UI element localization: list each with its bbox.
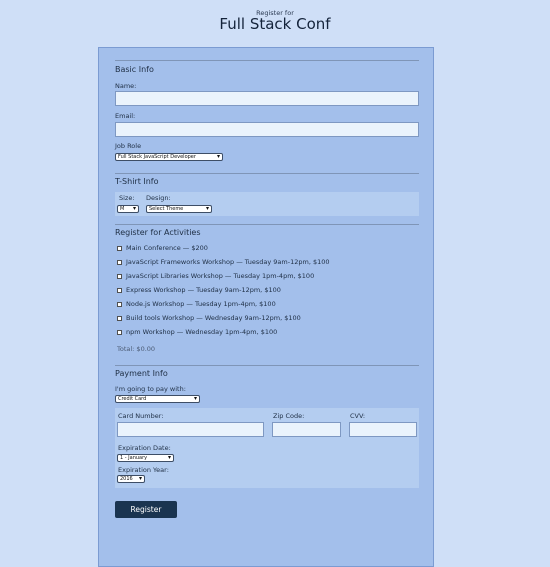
checkbox[interactable] <box>117 330 122 335</box>
zip-code-label: Zip Code: <box>273 412 305 420</box>
activities-total: Total: $0.00 <box>117 345 156 353</box>
size-select[interactable]: M ▾ <box>117 205 139 213</box>
name-input[interactable] <box>115 91 419 106</box>
chevron-down-icon: ▾ <box>138 475 142 482</box>
payment-method-label: I'm going to pay with: <box>115 385 186 393</box>
activity-item[interactable]: Main Conference — $200 <box>117 244 208 252</box>
checkbox[interactable] <box>117 260 122 265</box>
email-label: Email: <box>115 112 136 120</box>
card-number-input[interactable] <box>117 422 264 437</box>
expiration-month-value: 1 - January <box>120 455 148 461</box>
expiration-year-value: 2016 <box>120 476 133 482</box>
activities-legend: Register for Activities <box>115 228 201 237</box>
section-divider <box>115 365 419 366</box>
cvv-label: CVV: <box>350 412 366 420</box>
tshirt-info-legend: T-Shirt Info <box>115 177 159 186</box>
payment-method-select[interactable]: Credit Card ▾ <box>115 395 200 403</box>
chevron-down-icon: ▾ <box>216 153 220 160</box>
registration-form: Basic Info Name: Email: Job Role Full St… <box>98 47 434 567</box>
job-role-select[interactable]: Full Stack JavaScript Developer ▾ <box>115 153 223 161</box>
chevron-down-icon: ▾ <box>167 454 171 461</box>
register-button[interactable]: Register <box>115 501 177 518</box>
section-divider <box>115 224 419 225</box>
payment-method-value: Credit Card <box>118 396 147 402</box>
name-label: Name: <box>115 82 137 90</box>
checkbox[interactable] <box>117 302 122 307</box>
section-divider <box>115 173 419 174</box>
design-value: Select Theme <box>149 206 184 212</box>
activity-item[interactable]: Node.js Workshop — Tuesday 1pm-4pm, $100 <box>117 300 276 308</box>
basic-info-legend: Basic Info <box>115 65 154 74</box>
expiration-month-select[interactable]: 1 - January ▾ <box>117 454 174 462</box>
chevron-down-icon: ▾ <box>205 205 209 212</box>
card-number-label: Card Number: <box>118 412 164 420</box>
payment-info-legend: Payment Info <box>115 369 168 378</box>
checkbox[interactable] <box>117 316 122 321</box>
email-input[interactable] <box>115 122 419 137</box>
expiration-date-label: Expiration Date: <box>118 444 171 452</box>
size-value: M <box>120 206 125 212</box>
chevron-down-icon: ▾ <box>132 205 136 212</box>
activity-item[interactable]: Express Workshop — Tuesday 9am-12pm, $10… <box>117 286 281 294</box>
expiration-year-select[interactable]: 2016 ▾ <box>117 475 145 483</box>
chevron-down-icon: ▾ <box>193 395 197 402</box>
design-label: Design: <box>146 194 171 202</box>
checkbox[interactable] <box>117 246 122 251</box>
job-role-value: Full Stack JavaScript Developer <box>118 154 196 160</box>
section-divider <box>115 60 419 61</box>
expiration-year-label: Expiration Year: <box>118 466 169 474</box>
page-title: Full Stack Conf <box>219 15 331 33</box>
checkbox[interactable] <box>117 288 122 293</box>
size-label: Size: <box>119 194 135 202</box>
design-select[interactable]: Select Theme ▾ <box>146 205 212 213</box>
activity-item[interactable]: JavaScript Frameworks Workshop — Tuesday… <box>117 258 330 266</box>
activity-item[interactable]: JavaScript Libraries Workshop — Tuesday … <box>117 272 314 280</box>
zip-code-input[interactable] <box>272 422 341 437</box>
activity-item[interactable]: npm Workshop — Wednesday 1pm-4pm, $100 <box>117 328 277 336</box>
activity-item[interactable]: Build tools Workshop — Wednesday 9am-12p… <box>117 314 301 322</box>
cvv-input[interactable] <box>349 422 417 437</box>
job-role-label: Job Role <box>115 142 142 150</box>
checkbox[interactable] <box>117 274 122 279</box>
